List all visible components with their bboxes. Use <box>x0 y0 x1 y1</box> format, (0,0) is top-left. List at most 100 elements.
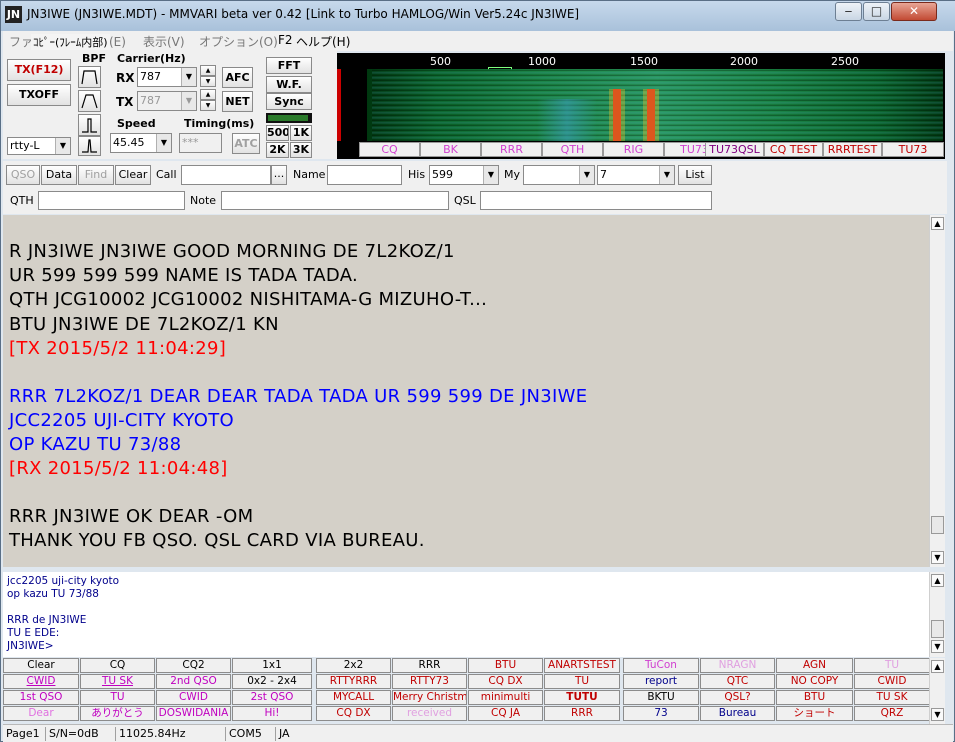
macro-grid-button[interactable]: CWID <box>3 674 79 689</box>
macro-button[interactable]: CQ TEST <box>764 142 823 157</box>
macro-button[interactable]: QTH <box>542 142 603 157</box>
macro-grid-button[interactable]: TU SK <box>854 690 930 705</box>
macro-grid-button[interactable]: TUTU <box>544 690 620 705</box>
name-input[interactable] <box>327 165 402 185</box>
afc-button[interactable]: AFC <box>222 67 253 88</box>
macro-grid-button[interactable]: RTTY73 <box>392 674 467 689</box>
timing-field[interactable]: *** <box>179 133 222 153</box>
fft-button[interactable]: FFT <box>266 57 312 74</box>
rx-frequency-select[interactable]: 787 ▼ <box>137 67 197 87</box>
list-button[interactable]: List <box>678 165 712 185</box>
qso-button[interactable]: QSO <box>6 165 40 185</box>
band-select[interactable]: 7 ▼ <box>597 165 675 185</box>
macro-grid-button[interactable]: CQ2 <box>156 658 231 673</box>
tx-up-button[interactable]: ▲ <box>200 89 216 100</box>
macro-grid-button[interactable]: QSL? <box>700 690 775 705</box>
macro-grid-button[interactable]: 1x1 <box>232 658 312 673</box>
macro-grid-button[interactable]: QTC <box>700 674 775 689</box>
macro-button[interactable]: RIG <box>603 142 664 157</box>
macro-grid-button[interactable]: Clear <box>3 658 79 673</box>
macro-grid-button[interactable]: CQ DX <box>468 674 543 689</box>
txoff-button[interactable]: TXOFF <box>7 84 71 106</box>
macro-grid-button[interactable]: TuCon <box>623 658 699 673</box>
rx-down-button[interactable]: ▼ <box>200 76 216 87</box>
macro-grid-button[interactable]: BTU <box>776 690 853 705</box>
qsl-input[interactable] <box>480 191 712 210</box>
scroll-up-icon[interactable]: ▲ <box>931 660 944 673</box>
macro-grid-button[interactable]: BTU <box>468 658 543 673</box>
span-500-button[interactable]: 500 <box>266 125 289 141</box>
scroll-down-icon[interactable]: ▼ <box>931 551 944 564</box>
rx-up-button[interactable]: ▲ <box>200 65 216 76</box>
macro-grid-button[interactable]: CWID <box>854 674 930 689</box>
macro-grid-button[interactable]: minimulti <box>468 690 543 705</box>
macro-grid-button[interactable]: 1st QSO <box>3 690 79 705</box>
bpf-narrow-button[interactable] <box>78 114 101 136</box>
call-lookup-button[interactable]: ... <box>271 165 287 185</box>
note-input[interactable] <box>221 191 449 210</box>
macro-grid-button[interactable]: Bureau <box>700 706 775 721</box>
menu-help[interactable]: ヘルプ(H) <box>296 33 350 50</box>
sync-button[interactable]: Sync <box>266 93 312 110</box>
maximize-button[interactable]: □ <box>863 2 890 21</box>
macro-button[interactable]: RRRTEST <box>823 142 882 157</box>
macro-grid-button[interactable]: Hi! <box>232 706 312 721</box>
macro-grid-button[interactable]: NO COPY <box>776 674 853 689</box>
menu-view[interactable]: 表示(V) <box>143 33 185 50</box>
copy-frame-popup[interactable]: ｺﾋﾟｰ(ﾌﾚｰﾑ内部) <box>31 34 110 50</box>
qth-input[interactable] <box>38 191 185 210</box>
scroll-down-icon[interactable]: ▼ <box>931 708 944 721</box>
macro-button[interactable]: RRR <box>481 142 542 157</box>
macro-grid-button[interactable]: CQ JA <box>468 706 543 721</box>
scroll-up-icon[interactable]: ▲ <box>931 217 944 230</box>
macro-grid-button[interactable]: 2st QSO <box>232 690 312 705</box>
tx-frequency-select[interactable]: 787 ▼ <box>137 91 197 111</box>
bpf-very-narrow-button[interactable] <box>78 136 101 156</box>
macro-grid-button[interactable]: RTTYRRR <box>316 674 391 689</box>
macro-button[interactable]: TU73 <box>882 142 944 157</box>
rx-scrollbar[interactable]: ▲ ▼ <box>929 215 945 567</box>
macro-button[interactable]: TU73QSL <box>705 142 764 157</box>
minimize-button[interactable]: ‒ <box>835 2 862 21</box>
macro-grid-button[interactable]: Merry Christmas <box>392 690 467 705</box>
macro-grid-button[interactable]: 2nd QSO <box>156 674 231 689</box>
mode-select[interactable]: rtty-L ▼ <box>7 137 71 155</box>
menu-options[interactable]: オプション(O) <box>199 33 278 50</box>
macro-grid-button[interactable]: ショート <box>776 706 853 721</box>
macro-grid-button[interactable]: report <box>623 674 699 689</box>
macro-grid-button[interactable]: 0x2 - 2x4 <box>232 674 312 689</box>
span-2k-button[interactable]: 2K <box>266 142 289 158</box>
span-1k-button[interactable]: 1K <box>290 125 312 141</box>
bpf-medium-button[interactable] <box>78 90 101 112</box>
clear-button[interactable]: Clear <box>115 165 151 185</box>
macro-grid-button[interactable]: DOSWIDANIA <box>156 706 231 721</box>
macro-grid-button[interactable]: received <box>392 706 467 721</box>
scroll-up-icon[interactable]: ▲ <box>931 574 944 587</box>
atc-button[interactable]: ATC <box>232 133 260 154</box>
my-rst-select[interactable]: ▼ <box>523 165 595 185</box>
tx-text-window[interactable]: jcc2205 uji-city kyoto op kazu TU 73/88 … <box>3 572 932 657</box>
macro-button[interactable]: BK <box>420 142 481 157</box>
speed-select[interactable]: 45.45 ▼ <box>110 133 172 153</box>
waterfall-button[interactable]: W.F. <box>266 76 312 93</box>
macro-grid-button[interactable]: Dear <box>3 706 79 721</box>
macro-grid-button[interactable]: NRAGN <box>700 658 775 673</box>
macro-grid-button[interactable]: CQ DX <box>316 706 391 721</box>
macro-grid-button[interactable]: TU <box>854 658 930 673</box>
macro-grid-button[interactable]: 73 <box>623 706 699 721</box>
macro-grid-button[interactable]: CWID <box>156 690 231 705</box>
macro-grid-button[interactable]: CQ <box>80 658 155 673</box>
rx-text-window[interactable]: R JN3IWE JN3IWE GOOD MORNING DE 7L2KOZ/1… <box>3 215 932 567</box>
macro-grid-button[interactable]: TU <box>80 690 155 705</box>
close-button[interactable]: ✕ <box>891 2 937 21</box>
net-button[interactable]: NET <box>222 91 253 112</box>
span-3k-button[interactable]: 3K <box>290 142 312 158</box>
macro-grid-button[interactable]: RRR <box>392 658 467 673</box>
grid-scrollbar[interactable]: ▲ ▼ <box>929 658 945 724</box>
tx-button[interactable]: TX(F12) <box>7 59 71 81</box>
macro-grid-button[interactable]: AGN <box>776 658 853 673</box>
macro-grid-button[interactable]: BKTU <box>623 690 699 705</box>
his-rst-select[interactable]: 599 ▼ <box>429 165 499 185</box>
scroll-down-icon[interactable]: ▼ <box>931 640 944 653</box>
macro-grid-button[interactable]: QRZ <box>854 706 930 721</box>
